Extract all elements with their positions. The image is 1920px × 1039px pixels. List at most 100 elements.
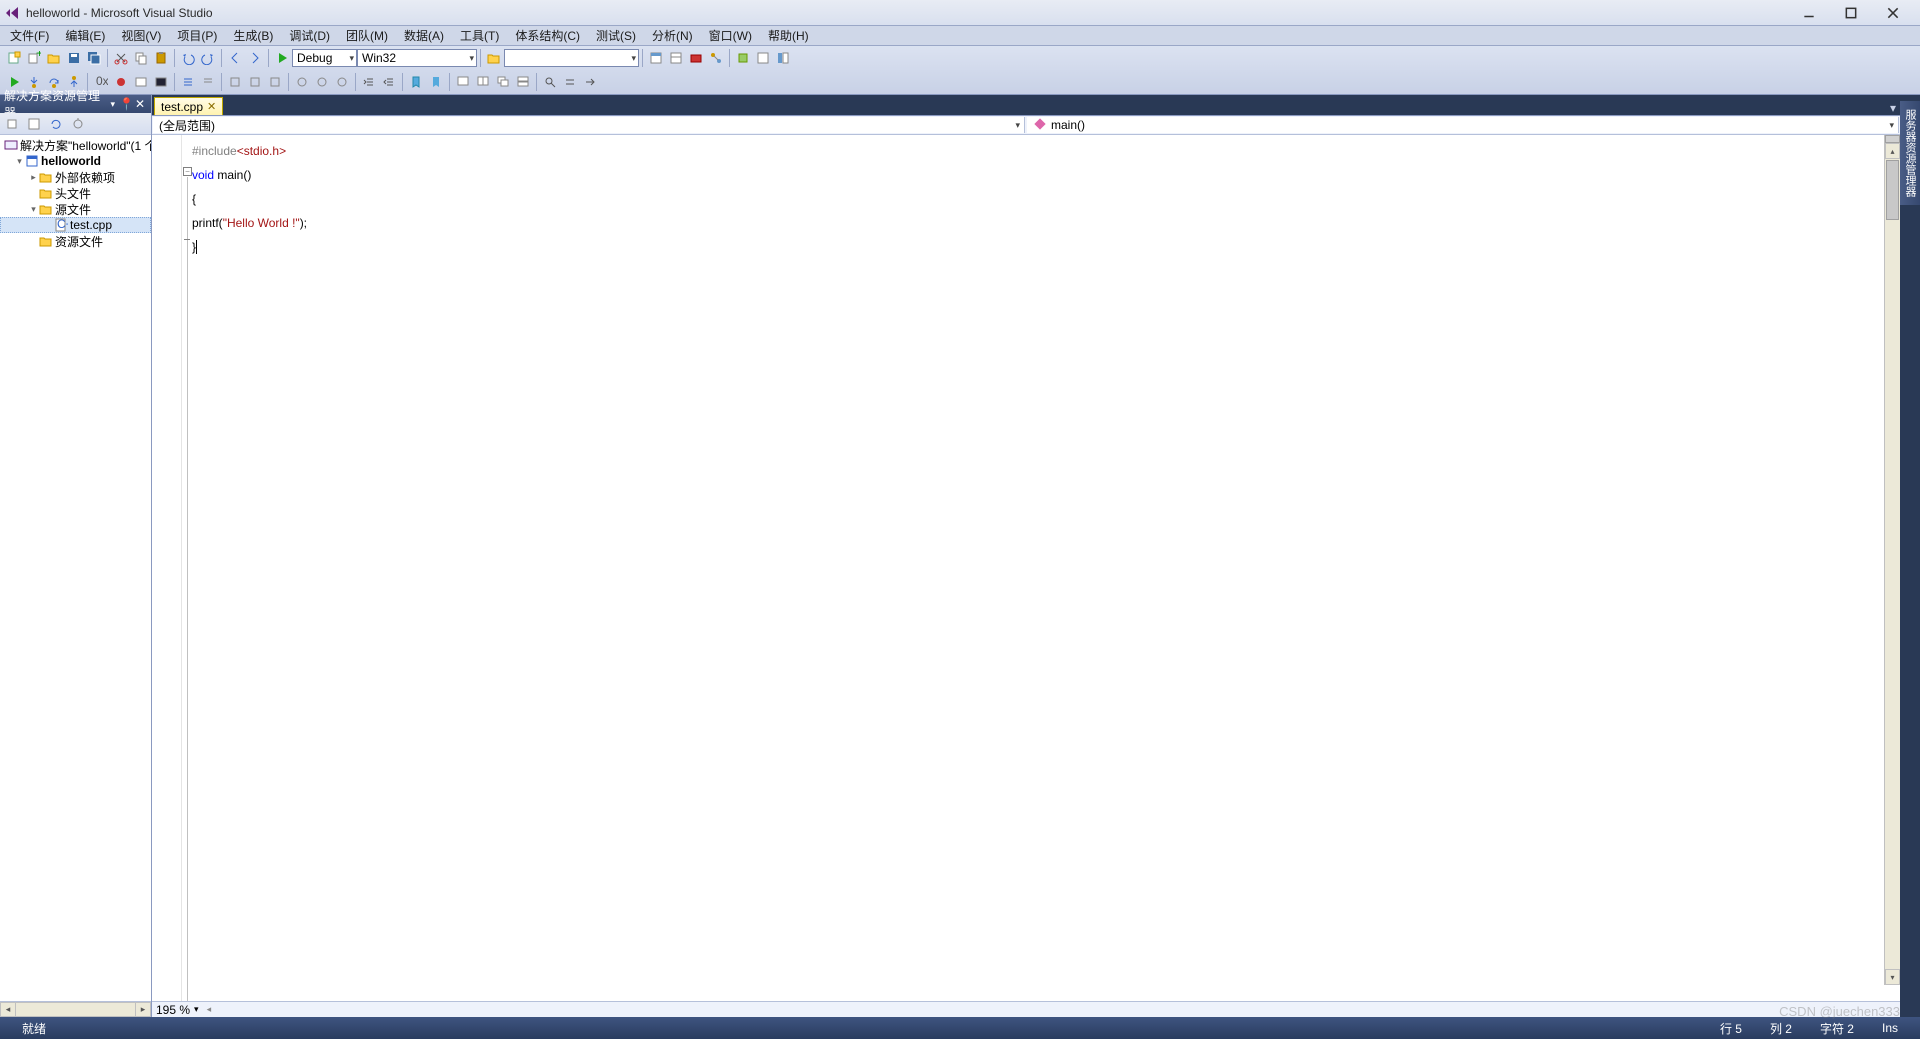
panel-close-icon[interactable]: ✕ <box>133 97 147 111</box>
extensions-button[interactable] <box>734 49 752 67</box>
tablist-dropdown-icon[interactable]: ▾ <box>1890 101 1896 115</box>
code-editor[interactable]: − #include<stdio.h> void main() { printf… <box>152 135 1900 1001</box>
tab-close-icon[interactable]: ✕ <box>207 100 216 113</box>
menu-project[interactable]: 项目(P) <box>169 25 225 46</box>
scroll-right-icon[interactable]: ▸ <box>135 1002 151 1017</box>
paste-button[interactable] <box>152 49 170 67</box>
add-item-button[interactable]: + <box>25 49 43 67</box>
window-split-button[interactable] <box>474 73 492 91</box>
menu-data[interactable]: 数据(A) <box>396 25 452 46</box>
minimize-button[interactable] <box>1794 3 1824 23</box>
expand-icon[interactable]: ▸ <box>28 172 39 183</box>
copy-button[interactable] <box>132 49 150 67</box>
toolbox-button[interactable] <box>687 49 705 67</box>
server-explorer-tab[interactable]: 服务器资源管理器 <box>1900 101 1920 205</box>
platform-combo[interactable]: Win32 <box>357 49 477 67</box>
external-deps-node[interactable]: ▸ 外部依赖项 <box>0 169 151 185</box>
immediate-button[interactable] <box>152 73 170 91</box>
find-combo[interactable] <box>504 49 639 67</box>
outdent-button[interactable] <box>380 73 398 91</box>
undo-button[interactable] <box>179 49 197 67</box>
replace-button[interactable] <box>561 73 579 91</box>
scroll-up-icon[interactable]: ▴ <box>1885 143 1900 159</box>
menu-build[interactable]: 生成(B) <box>225 25 281 46</box>
scope-combo-left[interactable]: (全局范围) <box>153 117 1025 133</box>
find-in-files-button[interactable] <box>485 49 503 67</box>
close-window-button[interactable] <box>1878 3 1908 23</box>
properties-window-button[interactable] <box>667 49 685 67</box>
split-grip[interactable] <box>1885 135 1900 143</box>
fold-toggle[interactable]: − <box>183 167 192 176</box>
menu-architecture[interactable]: 体系结构(C) <box>507 25 588 46</box>
sources-folder-node[interactable]: ▾ 源文件 <box>0 201 151 217</box>
extension-manager-button[interactable] <box>754 49 772 67</box>
pin-icon[interactable]: 📍 <box>119 97 133 111</box>
tool-c-button[interactable] <box>266 73 284 91</box>
headers-folder-node[interactable]: 头文件 <box>0 185 151 201</box>
properties-button[interactable] <box>69 115 87 133</box>
editor-vscrollbar[interactable]: ▴ ▾ <box>1884 135 1900 985</box>
zoom-dropdown-icon[interactable]: ▾ <box>194 1004 199 1015</box>
menu-file[interactable]: 文件(F) <box>2 25 57 46</box>
editor-gutter[interactable] <box>152 135 182 1001</box>
panel-dropdown-icon[interactable]: ▾ <box>110 99 115 110</box>
tool-a-button[interactable] <box>226 73 244 91</box>
refresh-button[interactable] <box>47 115 65 133</box>
window-layout-button[interactable] <box>774 49 792 67</box>
tool-b-button[interactable] <box>246 73 264 91</box>
window-tile-button[interactable] <box>514 73 532 91</box>
window-cascade-button[interactable] <box>494 73 512 91</box>
breakpoints-button[interactable] <box>112 73 130 91</box>
solution-tree[interactable]: 解决方案"helloworld"(1 个项 ▾ helloworld ▸ 外部依… <box>0 135 151 1001</box>
comment-button[interactable] <box>179 73 197 91</box>
open-file-button[interactable] <box>45 49 63 67</box>
menu-help[interactable]: 帮助(H) <box>760 25 817 46</box>
solution-explorer-header[interactable]: 解决方案资源管理器 ▾ 📍 ✕ <box>0 95 151 113</box>
zoom-level[interactable]: 195 % <box>156 1003 190 1017</box>
cut-button[interactable] <box>112 49 130 67</box>
panel-hscrollbar[interactable]: ◂ ▸ <box>0 1001 151 1017</box>
scope-combo-right[interactable]: main() <box>1027 117 1899 133</box>
project-node[interactable]: ▾ helloworld <box>0 153 151 169</box>
tool-d-button[interactable] <box>293 73 311 91</box>
goto-button[interactable] <box>581 73 599 91</box>
show-all-button[interactable] <box>25 115 43 133</box>
menu-view[interactable]: 视图(V) <box>113 25 169 46</box>
bookmark-button[interactable] <box>407 73 425 91</box>
uncomment-button[interactable] <box>199 73 217 91</box>
nav-forward-button[interactable] <box>246 49 264 67</box>
redo-button[interactable] <box>199 49 217 67</box>
menu-tools[interactable]: 工具(T) <box>452 25 507 46</box>
find-button[interactable] <box>541 73 559 91</box>
scroll-left-icon[interactable]: ◂ <box>0 1002 16 1017</box>
indent-button[interactable] <box>360 73 378 91</box>
menu-debug[interactable]: 调试(D) <box>281 25 338 46</box>
save-all-button[interactable] <box>85 49 103 67</box>
save-button[interactable] <box>65 49 83 67</box>
tool-e-button[interactable] <box>313 73 331 91</box>
source-file-node[interactable]: C+ test.cpp <box>0 217 151 233</box>
expand-all-button[interactable] <box>3 115 21 133</box>
maximize-button[interactable] <box>1836 3 1866 23</box>
nav-back-button[interactable] <box>226 49 244 67</box>
start-debug-button[interactable] <box>273 49 291 67</box>
menu-team[interactable]: 团队(M) <box>338 25 396 46</box>
solution-explorer-button[interactable] <box>647 49 665 67</box>
output-button[interactable] <box>132 73 150 91</box>
menu-analyze[interactable]: 分析(N) <box>644 25 701 46</box>
solution-node[interactable]: 解决方案"helloworld"(1 个项 <box>0 137 151 153</box>
menu-window[interactable]: 窗口(W) <box>701 25 760 46</box>
collapse-icon[interactable]: ▾ <box>14 156 25 167</box>
menu-test[interactable]: 测试(S) <box>588 25 644 46</box>
tool-f-button[interactable] <box>333 73 351 91</box>
document-tab-testcpp[interactable]: test.cpp ✕ <box>154 97 223 115</box>
menu-edit[interactable]: 编辑(E) <box>57 25 113 46</box>
collapse-icon[interactable]: ▾ <box>28 204 39 215</box>
configuration-combo[interactable]: Debug <box>292 49 357 67</box>
resources-folder-node[interactable]: 资源文件 <box>0 233 151 249</box>
scroll-left-icon[interactable]: ◂ <box>207 1004 212 1015</box>
window-new-button[interactable] <box>454 73 472 91</box>
new-project-button[interactable] <box>5 49 23 67</box>
scroll-thumb[interactable] <box>1886 160 1899 220</box>
bookmark-next-button[interactable] <box>427 73 445 91</box>
